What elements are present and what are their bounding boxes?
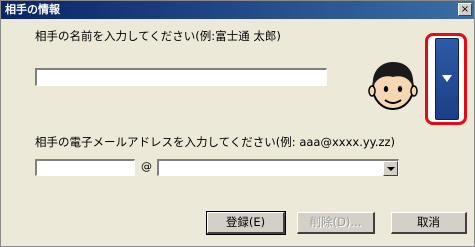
register-button[interactable]: 登録(E) bbox=[206, 211, 286, 235]
delete-button: 削除(D)... bbox=[297, 212, 375, 234]
at-sign: @ bbox=[141, 160, 152, 173]
close-button[interactable]: × bbox=[458, 3, 472, 16]
close-icon: × bbox=[460, 4, 470, 15]
avatar-select-button[interactable] bbox=[435, 38, 459, 120]
face-avatar-icon bbox=[368, 62, 418, 110]
window-title: 相手の情報 bbox=[5, 3, 60, 16]
title-bar[interactable]: 相手の情報 × bbox=[1, 1, 474, 19]
contact-info-dialog: 相手の情報 × 相手の名前を入力してください(例:富士通 太郎) 相手の電子メー… bbox=[0, 0, 475, 247]
email-label: 相手の電子メールアドレスを入力してください(例: aaa@xxxx.yy.zz) bbox=[35, 135, 396, 149]
name-label: 相手の名前を入力してください(例:富士通 太郎) bbox=[35, 29, 281, 43]
email-domain-combobox[interactable] bbox=[157, 159, 399, 176]
dropdown-arrow-icon[interactable] bbox=[383, 161, 398, 176]
email-user-input[interactable] bbox=[35, 159, 135, 176]
cancel-button[interactable]: 取消 bbox=[391, 212, 467, 234]
name-input[interactable] bbox=[35, 68, 327, 86]
